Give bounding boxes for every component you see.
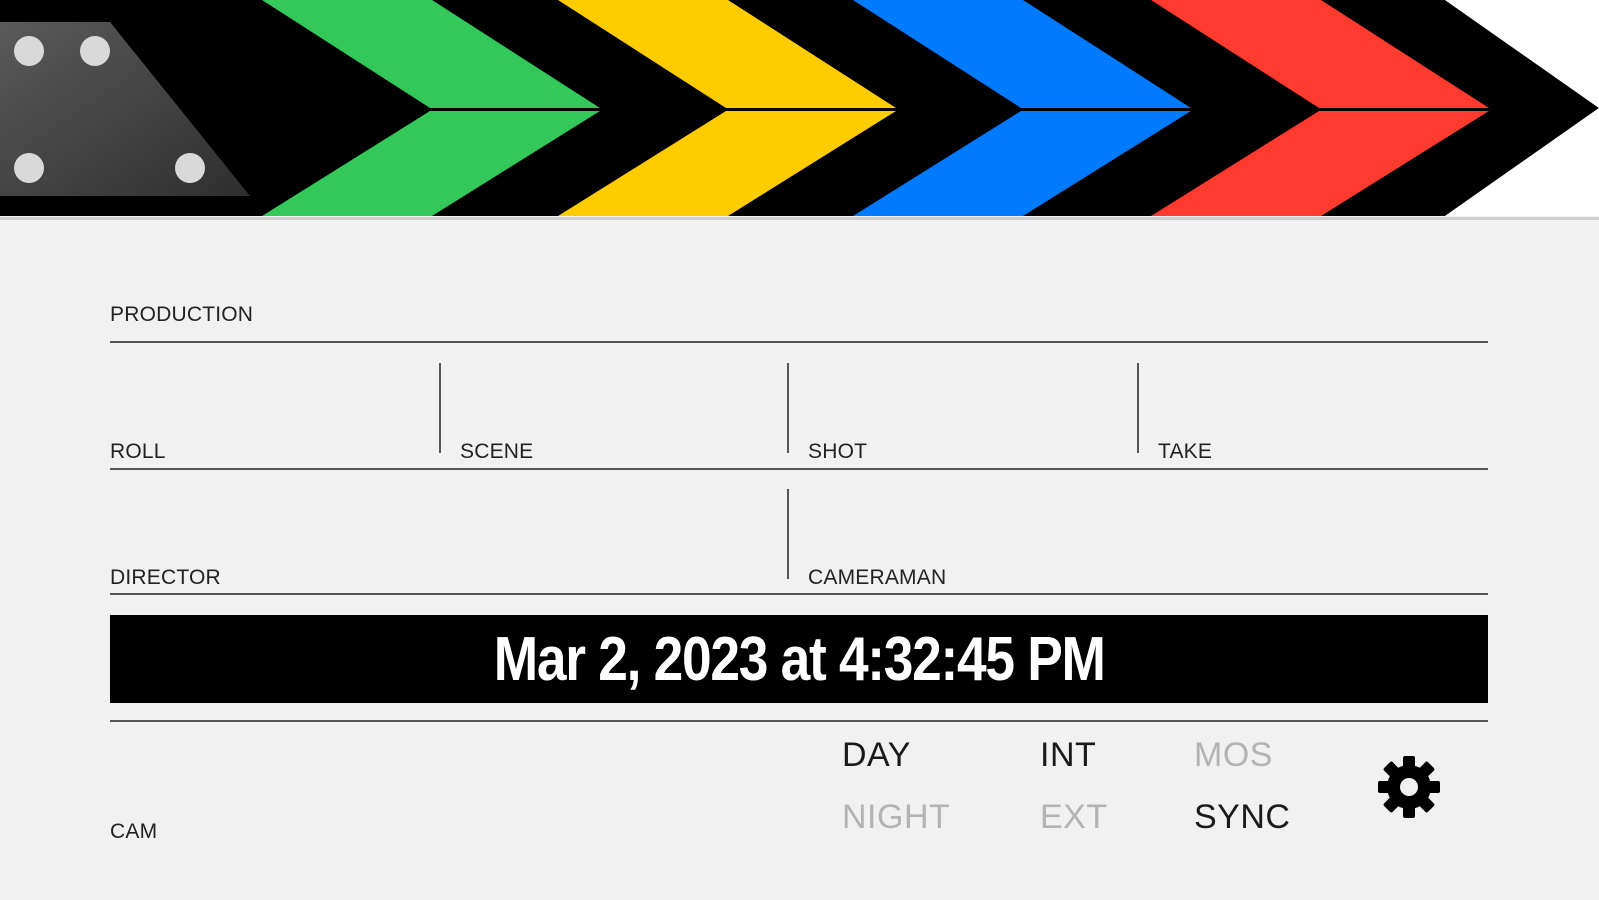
scene-field[interactable] bbox=[460, 380, 784, 422]
clapper-divider bbox=[0, 217, 1599, 220]
clapper-stick[interactable] bbox=[0, 0, 1599, 220]
day-toggle[interactable]: DAY bbox=[842, 736, 911, 775]
roll-field[interactable] bbox=[110, 380, 434, 422]
clapper-stripes bbox=[0, 0, 1599, 216]
timestamp-text: Mar 2, 2023 at 4:32:45 PM bbox=[493, 624, 1106, 694]
hinge-rivet bbox=[80, 36, 110, 66]
production-label: PRODUCTION bbox=[110, 303, 254, 326]
production-field[interactable] bbox=[300, 292, 1484, 334]
timestamp-display: Mar 2, 2023 at 4:32:45 PM bbox=[110, 615, 1488, 703]
roll-label: ROLL bbox=[110, 440, 166, 463]
mos-toggle[interactable]: MOS bbox=[1194, 736, 1273, 775]
hinge-rivet bbox=[175, 153, 205, 183]
shot-label: SHOT bbox=[808, 440, 868, 463]
ext-toggle[interactable]: EXT bbox=[1040, 798, 1108, 837]
gear-icon bbox=[1378, 756, 1440, 818]
divider bbox=[787, 363, 789, 453]
cam-field[interactable] bbox=[110, 760, 774, 802]
divider bbox=[110, 593, 1488, 595]
cam-label: CAM bbox=[110, 820, 158, 843]
cameraman-label: CAMERAMAN bbox=[808, 566, 947, 589]
cameraman-field[interactable] bbox=[808, 505, 1482, 547]
divider bbox=[787, 489, 789, 579]
divider bbox=[110, 341, 1488, 343]
divider bbox=[110, 720, 1488, 722]
int-toggle[interactable]: INT bbox=[1040, 736, 1096, 775]
scene-label: SCENE bbox=[460, 440, 534, 463]
hinge-rivet bbox=[14, 36, 44, 66]
divider bbox=[439, 363, 441, 453]
director-field[interactable] bbox=[110, 505, 774, 547]
settings-button[interactable] bbox=[1376, 754, 1442, 820]
hinge-rivet bbox=[14, 153, 44, 183]
take-label: TAKE bbox=[1158, 440, 1213, 463]
divider bbox=[110, 468, 1488, 470]
director-label: DIRECTOR bbox=[110, 566, 221, 589]
take-field[interactable] bbox=[1158, 380, 1482, 422]
night-toggle[interactable]: NIGHT bbox=[842, 798, 950, 837]
divider bbox=[1137, 363, 1139, 453]
sync-toggle[interactable]: SYNC bbox=[1194, 798, 1290, 837]
shot-field[interactable] bbox=[808, 380, 1132, 422]
